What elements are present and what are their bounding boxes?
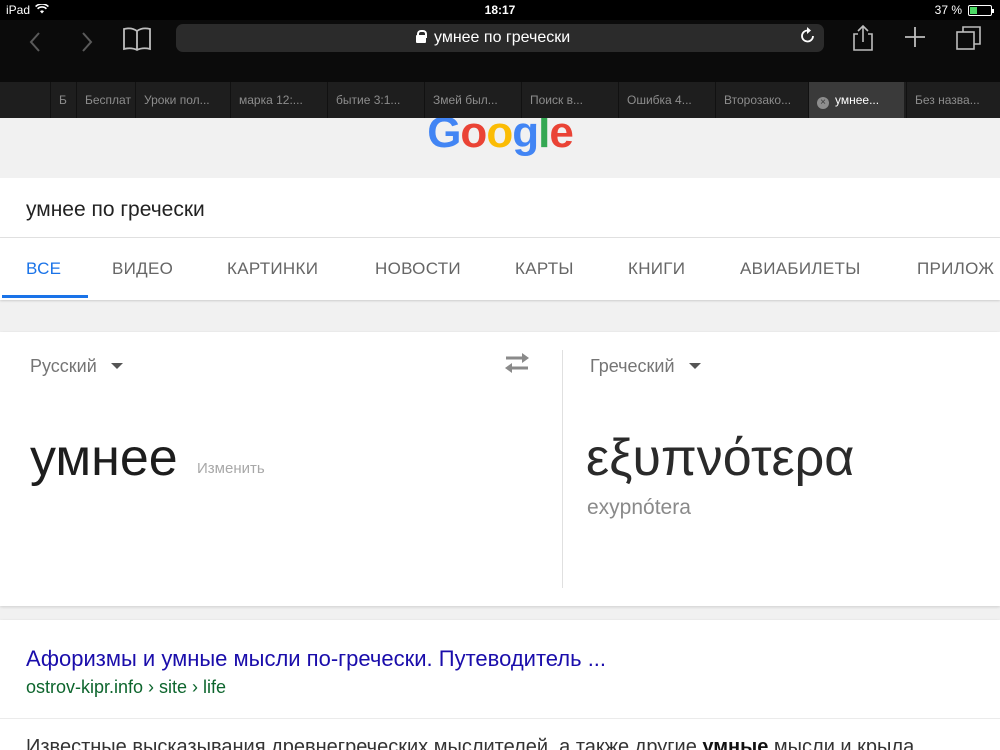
battery-percent: 37 % bbox=[934, 3, 962, 17]
divider bbox=[562, 350, 563, 588]
chevron-down-icon bbox=[688, 363, 701, 369]
book-icon[interactable] bbox=[120, 26, 154, 58]
tab-strip: Б Бесплат Уроки пол... марка 12:... быти… bbox=[0, 82, 1000, 118]
source-language-select[interactable]: Русский bbox=[30, 356, 123, 377]
tab-label: Змей был... bbox=[433, 93, 498, 107]
address-bar[interactable]: умнее по гречески bbox=[176, 24, 824, 52]
browser-toolbar: умнее по гречески bbox=[0, 20, 1000, 82]
result-url[interactable]: ostrov-kipr.info › site › life bbox=[26, 677, 226, 698]
tab-video[interactable]: ВИДЕО bbox=[112, 259, 173, 279]
edit-link[interactable]: Изменить bbox=[197, 460, 265, 477]
tab-label: Бесплат bbox=[85, 93, 131, 107]
tab-books[interactable]: КНИГИ bbox=[628, 259, 685, 279]
tab-label: Второзако... bbox=[724, 93, 792, 107]
snippet-text: Известные высказывания древнегреческих м… bbox=[26, 736, 703, 750]
reload-icon[interactable] bbox=[800, 26, 816, 49]
close-icon[interactable]: × bbox=[817, 97, 829, 109]
tab-label: Без назва... bbox=[915, 93, 980, 107]
status-right: 37 % bbox=[934, 3, 994, 17]
tab-label: Поиск в... bbox=[530, 93, 583, 107]
target-language-label: Греческий bbox=[590, 356, 675, 376]
tab-flights[interactable]: АВИАБИЛЕТЫ bbox=[740, 259, 861, 279]
google-logo[interactable]: Google bbox=[0, 118, 1000, 158]
divider bbox=[0, 718, 1000, 719]
status-bar: iPad 18:17 37 % bbox=[0, 0, 1000, 20]
tabs-icon[interactable] bbox=[952, 24, 986, 56]
tab-images[interactable]: КАРТИНКИ bbox=[227, 259, 318, 279]
tab-label: Б bbox=[59, 93, 67, 107]
battery-icon bbox=[968, 4, 994, 16]
active-tab-indicator bbox=[2, 295, 88, 298]
chevron-down-icon bbox=[110, 363, 123, 369]
address-text: умнее по гречески bbox=[434, 29, 571, 46]
tab-all[interactable]: ВСЕ bbox=[26, 259, 61, 279]
logo-text: Google bbox=[427, 118, 574, 157]
target-language-select[interactable]: Греческий bbox=[590, 356, 701, 377]
search-input[interactable]: умнее по гречески bbox=[26, 198, 205, 222]
clock: 18:17 bbox=[484, 3, 516, 17]
plus-icon[interactable] bbox=[898, 24, 932, 56]
swap-languages-icon[interactable] bbox=[502, 350, 532, 376]
tab-7[interactable]: Ошибка 4... bbox=[618, 82, 714, 118]
source-language-label: Русский bbox=[30, 356, 97, 376]
source-text[interactable]: умнее bbox=[30, 428, 178, 488]
battery-level bbox=[970, 6, 977, 14]
snippet-text-end: мысли и крыла bbox=[768, 736, 915, 750]
transliteration-text: exypnótera bbox=[587, 496, 691, 519]
result-snippet: Известные высказывания древнегреческих м… bbox=[26, 736, 914, 750]
tab-1[interactable]: Бесплат bbox=[76, 82, 132, 118]
search-result: Афоризмы и умные мысли по-гречески. Путе… bbox=[0, 620, 1000, 750]
result-title-link[interactable]: Афоризмы и умные мысли по-гречески. Путе… bbox=[26, 646, 606, 672]
tab-3[interactable]: марка 12:... bbox=[230, 82, 326, 118]
search-box[interactable]: умнее по гречески bbox=[0, 178, 1000, 238]
tab-6[interactable]: Поиск в... bbox=[521, 82, 617, 118]
tab-label: бытие 3:1... bbox=[336, 93, 401, 107]
tab-news[interactable]: НОВОСТИ bbox=[375, 259, 461, 279]
tab-10[interactable]: Без назва... bbox=[906, 82, 1000, 118]
lock-icon bbox=[416, 30, 427, 43]
tab-8[interactable]: Второзако... bbox=[715, 82, 811, 118]
tab-9-active[interactable]: × умнее... bbox=[808, 82, 904, 118]
tab-2[interactable]: Уроки пол... bbox=[135, 82, 227, 118]
chevron-right-icon[interactable] bbox=[70, 28, 104, 60]
tab-label: Уроки пол... bbox=[144, 93, 210, 107]
translate-card: Русский Греческий умнее Изменить εξυπνότ… bbox=[0, 332, 1000, 606]
tab-0[interactable]: Б bbox=[50, 82, 72, 118]
tab-label: умнее... bbox=[835, 93, 880, 107]
search-nav: ВСЕ ВИДЕО КАРТИНКИ НОВОСТИ КАРТЫ КНИГИ А… bbox=[0, 238, 1000, 300]
tab-5[interactable]: Змей был... bbox=[424, 82, 520, 118]
tab-label: Ошибка 4... bbox=[627, 93, 692, 107]
chevron-left-icon[interactable] bbox=[18, 28, 52, 60]
tab-label: марка 12:... bbox=[239, 93, 303, 107]
translation-text: εξυπνότερα bbox=[586, 429, 855, 487]
share-icon[interactable] bbox=[846, 24, 880, 56]
tab-maps[interactable]: КАРТЫ bbox=[515, 259, 574, 279]
tab-4[interactable]: бытие 3:1... bbox=[327, 82, 423, 118]
screen: iPad 18:17 37 % умнее по гречески Б Бесп… bbox=[0, 0, 1000, 750]
snippet-highlight: умные bbox=[702, 736, 769, 750]
tab-apps[interactable]: ПРИЛОЖ bbox=[917, 259, 994, 279]
